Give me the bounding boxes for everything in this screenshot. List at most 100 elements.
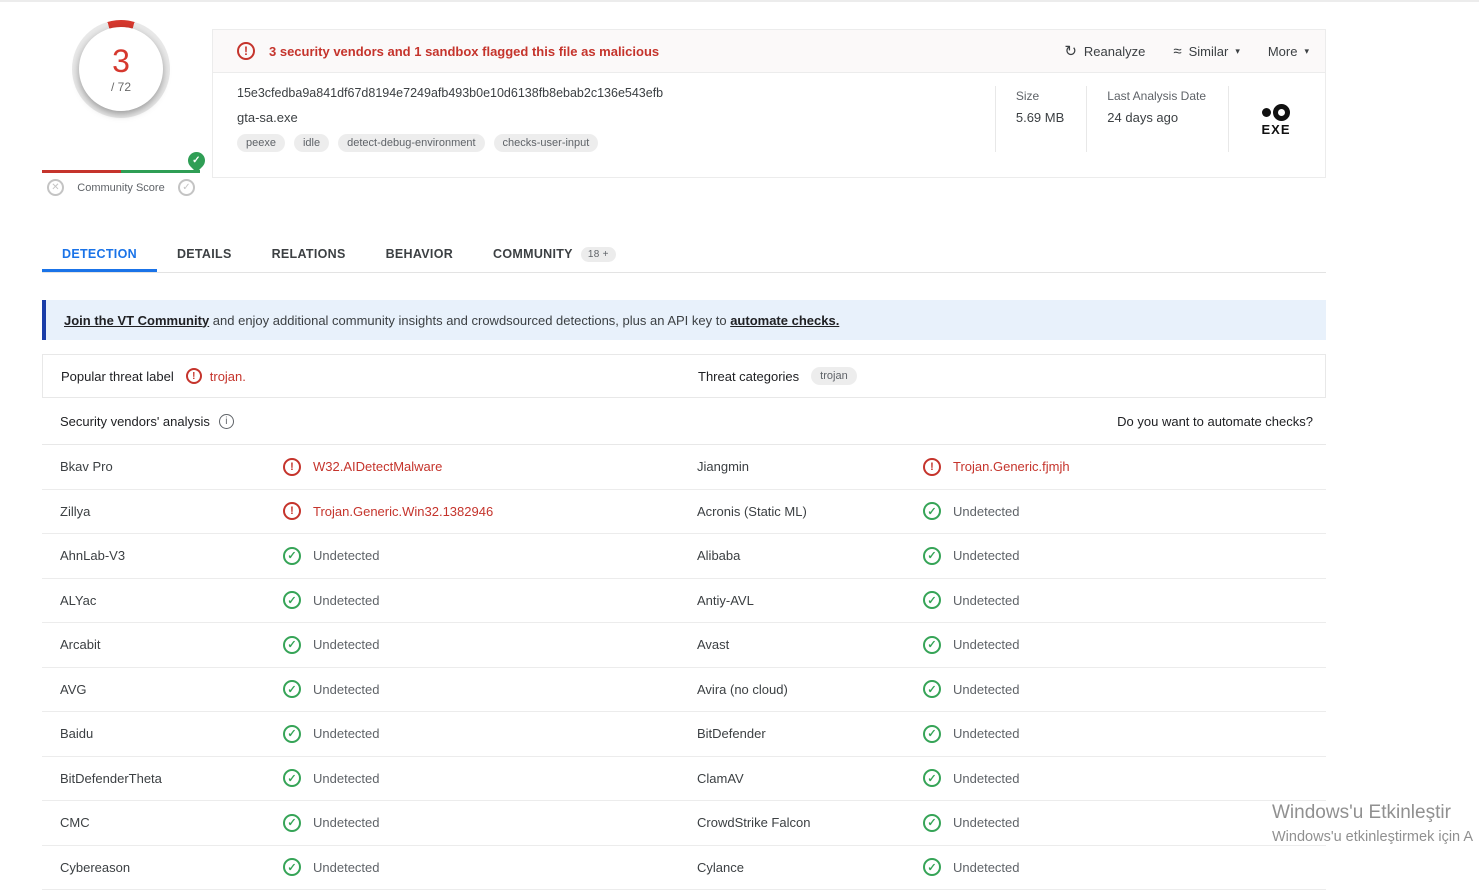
file-hash: 15e3cfedba9a841df67d8194e7249afb493b0e10… (237, 86, 664, 100)
check-icon: ✓ (923, 635, 941, 654)
result-text: Undetected (313, 770, 380, 786)
reanalyze-icon: ↻ (1064, 43, 1077, 60)
result-text: Undetected (953, 592, 1020, 608)
vendor-name: ClamAV (697, 770, 744, 786)
reanalyze-button[interactable]: ↻ Reanalyze (1064, 42, 1145, 60)
result-text: Undetected (313, 681, 380, 697)
check-icon: ✓ (923, 591, 941, 610)
tab-details[interactable]: DETAILS (157, 236, 252, 272)
result-text: Undetected (313, 726, 380, 742)
info-icon[interactable]: i (218, 414, 234, 429)
vendor-name: AVG (60, 681, 87, 697)
result-text: Undetected (953, 637, 1020, 653)
chevron-down-icon: ▾ (1304, 45, 1309, 56)
result-text: Undetected (313, 592, 380, 608)
tab-community-label: COMMUNITY (493, 247, 573, 261)
file-size-block: Size 5.69 MB (994, 86, 1086, 152)
file-header-card: ! 3 security vendors and 1 sandbox flagg… (212, 29, 1326, 178)
result-text: Undetected (953, 770, 1020, 786)
community-verdict-pin-icon: ✓ (184, 148, 209, 173)
more-button[interactable]: More ▾ (1268, 44, 1309, 59)
community-score-row: ✕ Community Score ✓ (42, 179, 200, 196)
vendor-result: ✓ Undetected (283, 813, 697, 832)
check-icon: ✓ (923, 724, 941, 743)
watermark-line1: Windows'u Etkinleştir (1272, 802, 1451, 823)
tag-checks-user-input[interactable]: checks-user-input (493, 134, 599, 152)
tag-peexe[interactable]: peexe (237, 134, 285, 152)
virustotal-detection-page: 3 / 72 ✓ ✕ Community Score ✓ ! 3 securit… (0, 0, 1479, 894)
table-row: Arcabit ✓ Undetected Avast ✓ Undetected (42, 623, 1326, 668)
vendor-result: ! Trojan.Generic.fjmjh (923, 457, 1326, 476)
result-text: Undetected (953, 859, 1020, 875)
warning-icon: ! (237, 42, 255, 60)
result-text: Undetected (953, 815, 1020, 831)
vote-up-icon[interactable]: ✓ (177, 179, 195, 196)
header-actions: ↻ Reanalyze ≈ Similar ▾ More ▾ (1064, 42, 1309, 61)
table-row: CMC ✓ Undetected CrowdStrike Falcon ✓ Undetec… (42, 801, 1326, 846)
similar-button[interactable]: ≈ Similar ▾ (1173, 43, 1240, 60)
popular-threat-label-value: trojan. (209, 368, 246, 384)
vendor-result: ✓ Undetected (283, 769, 697, 788)
vendor-name: Zillya (60, 503, 91, 519)
join-community-link[interactable]: Join the VT Community (64, 313, 209, 328)
file-meta: Size 5.69 MB Last Analysis Date 24 days … (994, 86, 1315, 152)
gears-icon (1251, 101, 1301, 121)
result-text: Undetected (953, 548, 1020, 564)
tab-details-label: DETAILS (176, 247, 232, 261)
vendor-result: ✓ Undetected (283, 591, 697, 610)
malicious-alert-bar: ! 3 security vendors and 1 sandbox flagg… (213, 30, 1325, 73)
warning-icon: ! (185, 368, 202, 384)
threat-summary-box: Popular threat label ! trojan. Threat ca… (42, 354, 1326, 398)
check-icon: ✓ (283, 546, 301, 565)
detection-score-value: 3 (112, 42, 130, 79)
analysis-title: Security vendors' analysis (60, 414, 210, 429)
warning-icon: ! (283, 457, 301, 476)
vendor-result: ✓ Undetected (283, 680, 697, 699)
tag-detect-debug-environment[interactable]: detect-debug-environment (338, 134, 485, 152)
vendor-name: Antiy-AVL (697, 592, 754, 608)
automate-checks-question[interactable]: Do you want to automate checks? (1117, 414, 1313, 429)
tab-detection[interactable]: DETECTION (42, 236, 157, 272)
windows-activation-watermark: Windows'u Etkinleştir Windows'u etkinleş… (1272, 802, 1479, 845)
vendor-result: ✓ Undetected (923, 502, 1326, 521)
vendor-name: Avira (no cloud) (697, 681, 788, 697)
vendor-result: ✓ Undetected (923, 635, 1326, 654)
popular-threat-label-title: Popular threat label (61, 368, 174, 384)
check-icon: ✓ (923, 813, 941, 832)
table-row: Baidu ✓ Undetected BitDefender ✓ Undetected (42, 712, 1326, 757)
vote-down-icon[interactable]: ✕ (47, 179, 64, 196)
check-icon: ✓ (923, 546, 941, 565)
tab-relations[interactable]: RELATIONS (252, 236, 366, 272)
vendor-table: Bkav Pro! W32.AIDetectMalware Jiangmin! Tro… (42, 445, 1326, 890)
vendor-name: BitDefender (697, 726, 766, 742)
detection-score-circle: 3 / 72 (79, 27, 163, 111)
tab-behavior[interactable]: BEHAVIOR (366, 236, 473, 272)
last-analysis-block: Last Analysis Date 24 days ago (1086, 86, 1228, 152)
result-text: Undetected (313, 815, 380, 831)
vendor-name: Arcabit (60, 637, 101, 653)
vendor-name: AhnLab-V3 (60, 548, 126, 564)
community-score-bar-positive (121, 170, 200, 173)
check-icon: ✓ (283, 591, 301, 610)
check-icon: ✓ (283, 680, 301, 699)
tag-idle[interactable]: idle (293, 134, 330, 152)
vendor-result: ✓ Undetected (923, 680, 1326, 699)
vendor-result: ✓ Undetected (283, 858, 697, 877)
warning-icon: ! (923, 457, 941, 476)
automate-checks-link[interactable]: automate checks. (730, 313, 839, 328)
check-icon: ✓ (283, 769, 301, 788)
banner-text: and enjoy additional community insights … (209, 312, 731, 328)
tab-relations-label: RELATIONS (271, 247, 346, 261)
threat-category-tag[interactable]: trojan (811, 367, 857, 385)
vendor-name: CrowdStrike Falcon (697, 815, 811, 831)
exe-file-icon: EXE (1251, 101, 1301, 137)
size-label: Size (1015, 89, 1040, 103)
vendor-name: Cylance (697, 859, 744, 875)
file-name: gta-sa.exe (237, 110, 298, 125)
community-score-label: Community Score (77, 181, 165, 194)
vendor-result: ✓ Undetected (923, 724, 1326, 743)
watermark-line2: Windows'u etkinleştirmek için A (1272, 829, 1474, 845)
vendor-result: ✓ Undetected (283, 546, 697, 565)
size-value: 5.69 MB (1015, 110, 1065, 125)
tab-community[interactable]: COMMUNITY 18 + (473, 236, 636, 272)
